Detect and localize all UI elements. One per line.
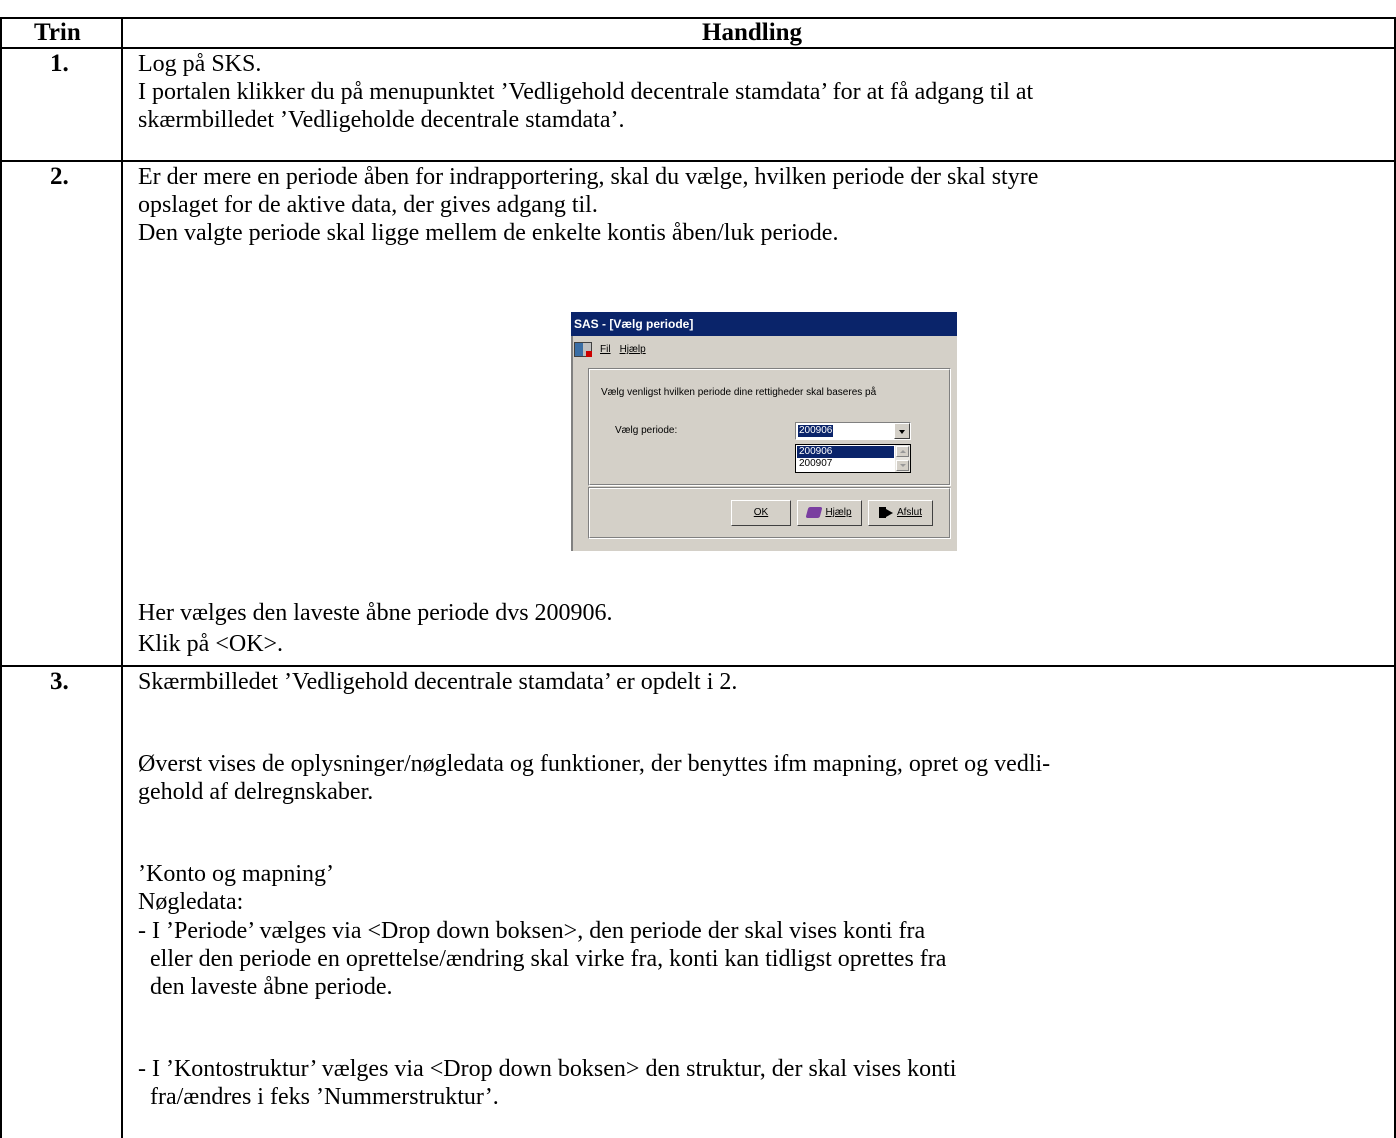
step-text: I portalen klikker du på menupunktet ’Ve…: [138, 79, 1034, 105]
period-option[interactable]: 200907: [797, 458, 894, 470]
step-text: Klik på <OK>.: [138, 631, 284, 657]
step-text: fra/ændres i feks ’Nummerstruktur’.: [138, 1084, 499, 1110]
step-text: Nøgledata:: [138, 889, 244, 915]
step-number: 1.: [50, 50, 69, 77]
period-dialog-screenshot: SAS - [Vælg periode] Fil Hjælp Vælg venli…: [571, 312, 957, 551]
row1-border: [0, 160, 1396, 162]
dialog-prompt: Vælg venligst hvilken periode dine retti…: [601, 387, 877, 398]
table-header-border: [0, 47, 1396, 49]
ok-button[interactable]: OK: [731, 500, 791, 526]
period-options-list[interactable]: 200906 200907: [795, 444, 911, 473]
menu-hjaelp[interactable]: Hjælp: [620, 341, 646, 359]
table-top-border: [0, 17, 1396, 19]
list-scrollbar[interactable]: [895, 445, 910, 472]
help-button[interactable]: Hjælp: [797, 500, 862, 526]
row2-border: [0, 665, 1396, 667]
step-text: gehold af delregnskaber.: [138, 779, 374, 805]
exit-button[interactable]: Afslut: [868, 500, 933, 526]
scroll-up-icon[interactable]: [896, 446, 909, 457]
step-number: 2.: [50, 163, 69, 190]
dialog-edge: [571, 336, 573, 551]
dialog-title: SAS - [Vælg periode]: [571, 312, 957, 336]
step-text: Er der mere en periode åben for indrappo…: [138, 164, 1039, 190]
menu-fil[interactable]: Fil: [600, 341, 611, 359]
exit-button-label: Afslut: [896, 507, 922, 518]
step-text: Her vælges den laveste åbne periode dvs …: [138, 600, 613, 626]
step-text: - I ’Kontostruktur’ vælges via <Drop dow…: [138, 1056, 957, 1082]
header-action: Handling: [702, 19, 803, 46]
scroll-down-icon[interactable]: [896, 460, 909, 471]
header-step: Trin: [34, 19, 81, 46]
step-text: ’Konto og mapning’: [138, 861, 334, 887]
period-dropdown[interactable]: 200906: [795, 422, 911, 440]
step-text: den laveste åbne periode.: [138, 974, 393, 1000]
ok-button-label: OK: [753, 507, 769, 518]
dialog-menubar: Fil Hjælp: [574, 341, 655, 359]
document-page: Trin Handling 1. Log på SKS. I portalen …: [0, 0, 1396, 1138]
column-divider: [121, 17, 123, 1138]
step-text: Log på SKS.: [138, 51, 262, 77]
step-text: Skærmbilledet ’Vedligehold decentrale st…: [138, 669, 738, 695]
step-text: Den valgte periode skal ligge mellem de …: [138, 220, 839, 246]
period-label: Vælg periode:: [615, 425, 678, 436]
period-option[interactable]: 200906: [797, 446, 894, 458]
period-dropdown-value: 200906: [798, 425, 834, 437]
step-number: 3.: [50, 668, 69, 695]
help-button-label: Hjælp: [825, 507, 852, 518]
chevron-down-icon[interactable]: [894, 423, 910, 439]
step-text: opslaget for de aktive data, der gives a…: [138, 192, 598, 218]
table-left-border: [0, 17, 2, 1138]
step-text: eller den periode en oprettelse/ændring …: [138, 946, 947, 972]
step-text: - I ’Periode’ vælges via <Drop down boks…: [138, 918, 926, 944]
exit-door-icon: [878, 506, 893, 518]
help-book-icon: [805, 506, 823, 518]
sas-app-icon: [574, 341, 592, 357]
step-text: skærmbilledet ’Vedligeholde decentrale s…: [138, 107, 625, 133]
step-text: Øverst vises de oplysninger/nøgledata og…: [138, 751, 1051, 777]
